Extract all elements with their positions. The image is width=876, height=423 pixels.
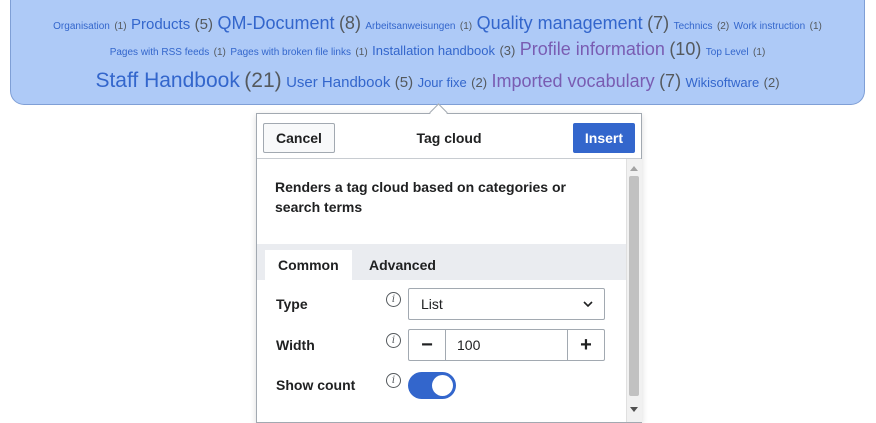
tag-count: (1) — [809, 21, 822, 32]
tag-count: (2) — [471, 75, 488, 90]
width-stepper: − 100 + — [408, 329, 605, 361]
tag-cloud: Organisation (1) Products (5) QM-Documen… — [10, 0, 865, 105]
tag-link[interactable]: Jour fixe — [418, 75, 467, 90]
tag-link[interactable]: Staff Handbook — [95, 69, 239, 92]
increment-button[interactable]: + — [567, 330, 604, 360]
tag-count: (2) — [763, 75, 780, 90]
dialog-header: Cancel Tag cloud Insert — [257, 114, 641, 159]
width-label: Width — [276, 337, 315, 353]
tag-link[interactable]: Quality management — [477, 13, 643, 33]
scroll-up-arrow-icon[interactable] — [630, 166, 638, 171]
tag-cloud-line-1: Organisation (1) Products (5) QM-Documen… — [11, 10, 864, 36]
tag-count: (1) — [753, 47, 766, 58]
dialog-body: Renders a tag cloud based on categories … — [257, 159, 626, 422]
tag-link[interactable]: Products — [131, 16, 190, 33]
tag-link[interactable]: Profile information — [520, 39, 665, 59]
info-icon[interactable]: i — [386, 373, 401, 388]
tag-count: (1) — [213, 47, 226, 58]
type-select[interactable]: List — [408, 288, 605, 320]
tag-link[interactable]: Pages with broken file links — [230, 47, 351, 58]
tag-count: (5) — [394, 74, 414, 91]
show-count-label: Show count — [276, 377, 356, 393]
tag-link[interactable]: Work instruction — [734, 21, 806, 32]
tag-count: (10) — [669, 39, 702, 59]
show-count-toggle[interactable] — [408, 372, 456, 399]
tag-link[interactable]: Imported vocabulary — [492, 71, 655, 91]
tag-link[interactable]: QM-Document — [217, 13, 334, 33]
tag-count: (1) — [114, 21, 127, 32]
tag-cloud-line-3: Staff Handbook (21) User Handbook (5) Jo… — [11, 66, 864, 96]
field-row-show-count: Show count i — [257, 372, 626, 405]
dialog-scrollbar[interactable] — [626, 159, 642, 422]
tag-link[interactable]: Technics — [674, 21, 713, 32]
tag-count: (5) — [194, 16, 213, 33]
tab-common[interactable]: Common — [265, 250, 352, 280]
info-icon[interactable]: i — [386, 292, 401, 307]
tag-link[interactable]: Organisation — [53, 21, 110, 32]
tag-count: (1) — [459, 21, 473, 32]
type-label: Type — [276, 296, 308, 312]
tag-cloud-line-2: Pages with RSS feeds (1) Pages with brok… — [11, 36, 864, 62]
tag-link[interactable]: Arbeitsanweisungen — [365, 21, 455, 32]
tag-count: (8) — [338, 13, 361, 33]
tag-link[interactable]: Installation handbook — [372, 43, 495, 58]
tag-count: (7) — [659, 71, 682, 91]
decrement-button[interactable]: − — [409, 330, 446, 360]
tab-bar: Common Advanced — [257, 244, 626, 280]
scroll-down-arrow-icon[interactable] — [630, 407, 638, 412]
info-icon[interactable]: i — [386, 333, 401, 348]
type-select-value: List — [421, 296, 443, 312]
tag-link[interactable]: User Handbook — [286, 74, 390, 91]
tag-link[interactable]: Pages with RSS feeds — [110, 47, 210, 58]
scrollbar-thumb[interactable] — [629, 176, 639, 396]
tag-count: (21) — [244, 69, 282, 92]
toggle-knob — [432, 375, 453, 396]
insert-button[interactable]: Insert — [572, 123, 635, 153]
tag-cloud-dialog: Cancel Tag cloud Insert Renders a tag cl… — [256, 113, 642, 423]
tag-count: (3) — [499, 43, 516, 58]
tag-count: (2) — [716, 21, 730, 32]
tag-count: (7) — [647, 13, 670, 33]
dialog-description: Renders a tag cloud based on categories … — [275, 179, 566, 215]
tag-link[interactable]: Wikisoftware — [686, 75, 760, 90]
chevron-down-icon — [582, 289, 594, 330]
tag-count: (1) — [355, 47, 368, 58]
tab-advanced[interactable]: Advanced — [356, 250, 449, 280]
field-row-width: Width i − 100 + — [257, 329, 626, 361]
tag-link[interactable]: Top Level — [706, 47, 749, 58]
width-input[interactable]: 100 — [457, 330, 480, 360]
field-row-type: Type i List — [257, 288, 626, 320]
